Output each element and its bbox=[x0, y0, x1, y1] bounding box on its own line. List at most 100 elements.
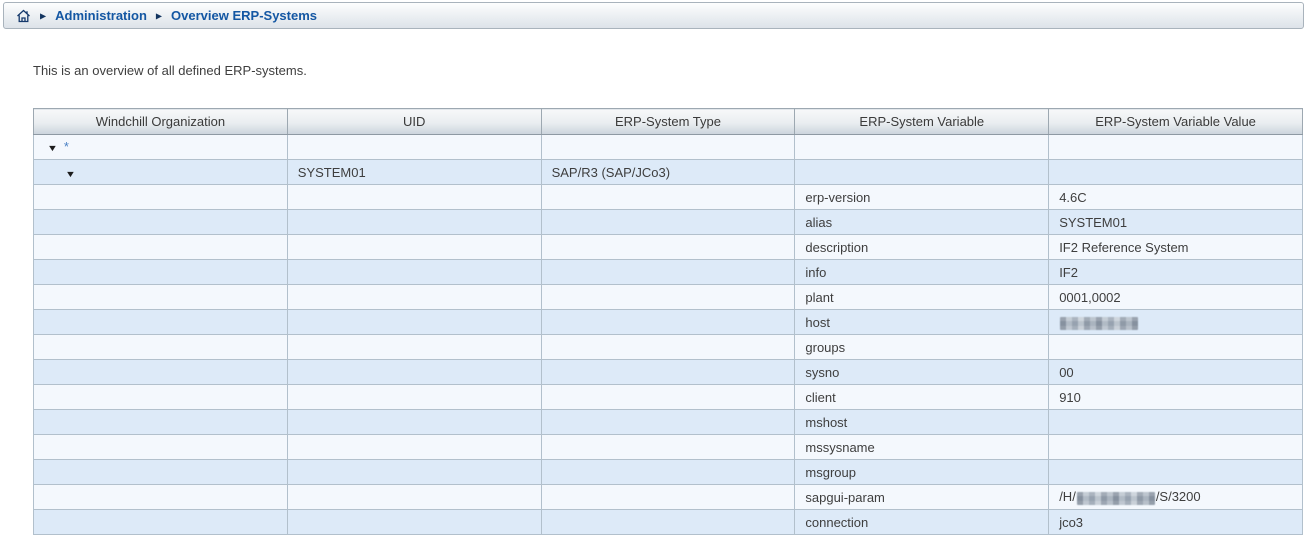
variable-cell: plant bbox=[795, 285, 1049, 310]
type-cell bbox=[541, 485, 795, 510]
type-cell: SAP/R3 (SAP/JCo3) bbox=[541, 160, 795, 185]
type-cell bbox=[541, 435, 795, 460]
org-cell bbox=[34, 235, 288, 260]
org-cell bbox=[34, 385, 288, 410]
org-cell bbox=[34, 435, 288, 460]
value-cell bbox=[1049, 435, 1303, 460]
home-icon[interactable] bbox=[16, 9, 31, 23]
value-cell bbox=[1049, 410, 1303, 435]
uid-cell bbox=[287, 235, 541, 260]
type-cell bbox=[541, 335, 795, 360]
table-row: plant 0001,0002 bbox=[34, 285, 1303, 310]
uid-cell bbox=[287, 185, 541, 210]
table-row: groups bbox=[34, 335, 1303, 360]
col-header-windchill-organization: Windchill Organization bbox=[34, 109, 288, 135]
erp-systems-table: Windchill Organization UID ERP-System Ty… bbox=[33, 108, 1303, 535]
table-row: mssysname bbox=[34, 435, 1303, 460]
table-row: sapgui-param /H//S/3200 bbox=[34, 485, 1303, 510]
uid-cell bbox=[287, 210, 541, 235]
type-cell bbox=[541, 385, 795, 410]
variable-cell: groups bbox=[795, 335, 1049, 360]
value-cell: jco3 bbox=[1049, 510, 1303, 535]
org-cell bbox=[34, 410, 288, 435]
type-cell bbox=[541, 235, 795, 260]
table-row: description IF2 Reference System bbox=[34, 235, 1303, 260]
col-header-erp-system-variable-value: ERP-System Variable Value bbox=[1049, 109, 1303, 135]
value-cell: IF2 Reference System bbox=[1049, 235, 1303, 260]
col-header-erp-system-type: ERP-System Type bbox=[541, 109, 795, 135]
type-cell bbox=[541, 410, 795, 435]
org-cell bbox=[34, 510, 288, 535]
variable-cell bbox=[795, 135, 1049, 160]
variable-cell: alias bbox=[795, 210, 1049, 235]
variable-cell: host bbox=[795, 310, 1049, 335]
table-row: info IF2 bbox=[34, 260, 1303, 285]
uid-cell bbox=[287, 510, 541, 535]
col-header-erp-system-variable: ERP-System Variable bbox=[795, 109, 1049, 135]
value-cell bbox=[1049, 460, 1303, 485]
value-cell: 910 bbox=[1049, 385, 1303, 410]
type-cell bbox=[541, 185, 795, 210]
uid-cell bbox=[287, 260, 541, 285]
variable-cell: msgroup bbox=[795, 460, 1049, 485]
org-cell bbox=[34, 485, 288, 510]
variable-cell: mshost bbox=[795, 410, 1049, 435]
expander-icon[interactable]: ▼ bbox=[47, 144, 58, 153]
redacted-value bbox=[1077, 492, 1155, 505]
uid-cell bbox=[287, 135, 541, 160]
expander-icon[interactable]: ▼ bbox=[65, 170, 76, 179]
uid-cell bbox=[287, 285, 541, 310]
table-row: erp-version 4.6C bbox=[34, 185, 1303, 210]
org-cell bbox=[34, 360, 288, 385]
type-cell bbox=[541, 260, 795, 285]
type-cell bbox=[541, 510, 795, 535]
table-row: alias SYSTEM01 bbox=[34, 210, 1303, 235]
uid-cell bbox=[287, 410, 541, 435]
page-description: This is an overview of all defined ERP-s… bbox=[33, 63, 1307, 78]
breadcrumb-item-overview-erp-systems[interactable]: Overview ERP-Systems bbox=[171, 8, 317, 23]
type-cell bbox=[541, 460, 795, 485]
value-cell: SYSTEM01 bbox=[1049, 210, 1303, 235]
table-row: host bbox=[34, 310, 1303, 335]
org-cell: ▼ bbox=[34, 160, 288, 185]
value-cell: /H//S/3200 bbox=[1049, 485, 1303, 510]
uid-cell: SYSTEM01 bbox=[287, 160, 541, 185]
redacted-value bbox=[1060, 317, 1138, 330]
type-cell bbox=[541, 210, 795, 235]
value-cell: IF2 bbox=[1049, 260, 1303, 285]
uid-cell bbox=[287, 335, 541, 360]
org-cell bbox=[34, 460, 288, 485]
table-row: ▼* bbox=[34, 135, 1303, 160]
org-cell bbox=[34, 285, 288, 310]
col-header-uid: UID bbox=[287, 109, 541, 135]
type-cell bbox=[541, 360, 795, 385]
org-cell bbox=[34, 210, 288, 235]
breadcrumb-separator-icon: ▶ bbox=[40, 12, 46, 20]
type-cell bbox=[541, 285, 795, 310]
org-cell bbox=[34, 310, 288, 335]
type-cell bbox=[541, 310, 795, 335]
table-row: connection jco3 bbox=[34, 510, 1303, 535]
variable-cell bbox=[795, 160, 1049, 185]
table-row: ▼ SYSTEM01 SAP/R3 (SAP/JCo3) bbox=[34, 160, 1303, 185]
table-row: sysno 00 bbox=[34, 360, 1303, 385]
uid-cell bbox=[287, 360, 541, 385]
variable-cell: client bbox=[795, 385, 1049, 410]
value-cell: 0001,0002 bbox=[1049, 285, 1303, 310]
variable-cell: erp-version bbox=[795, 185, 1049, 210]
value-cell bbox=[1049, 160, 1303, 185]
type-cell bbox=[541, 135, 795, 160]
variable-cell: description bbox=[795, 235, 1049, 260]
org-cell bbox=[34, 185, 288, 210]
uid-cell bbox=[287, 435, 541, 460]
value-cell bbox=[1049, 335, 1303, 360]
org-wildcard-label: * bbox=[64, 140, 69, 153]
value-cell: 00 bbox=[1049, 360, 1303, 385]
value-cell bbox=[1049, 135, 1303, 160]
org-cell: ▼* bbox=[34, 135, 288, 160]
table-row: mshost bbox=[34, 410, 1303, 435]
variable-cell: info bbox=[795, 260, 1049, 285]
breadcrumb-item-administration[interactable]: Administration bbox=[55, 8, 147, 23]
uid-cell bbox=[287, 310, 541, 335]
value-cell: 4.6C bbox=[1049, 185, 1303, 210]
